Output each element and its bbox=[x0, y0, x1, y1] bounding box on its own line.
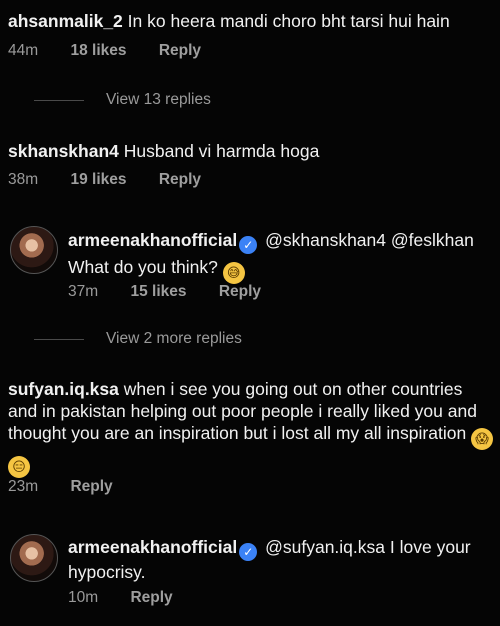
comment-body: Husband vi harmda hoga bbox=[123, 141, 320, 161]
comment-time: 38m bbox=[8, 171, 39, 188]
reply-button[interactable]: Reply bbox=[159, 42, 201, 59]
reply-text: armeenakhanofficial ✓ @sufyan.iq.ksa I lo… bbox=[68, 536, 500, 583]
reply-button[interactable]: Reply bbox=[219, 283, 261, 300]
view-replies-label: View 13 replies bbox=[106, 91, 211, 108]
divider-line bbox=[34, 99, 84, 101]
view-replies-label: View 2 more replies bbox=[106, 330, 242, 347]
comment-text: sufyan.iq.ksa when i see you going out o… bbox=[8, 378, 496, 478]
expressionless-face-emoji-icon: 😑 bbox=[8, 456, 30, 478]
reply-item: armeenakhanofficial ✓ @skhanskhan4 @feslk… bbox=[68, 229, 500, 284]
reply-meta: 10m Reply bbox=[68, 589, 201, 607]
comment-meta: 38m 19 likes Reply bbox=[8, 171, 229, 189]
reply-time: 37m bbox=[68, 283, 99, 300]
comment-item: skhanskhan4 Husband vi harmda hoga bbox=[8, 140, 500, 162]
screaming-face-emoji-icon: 😱 bbox=[471, 428, 494, 450]
comment-meta: 23m Reply bbox=[8, 478, 141, 496]
comment-time: 44m bbox=[8, 42, 39, 59]
comment-text: skhanskhan4 Husband vi harmda hoga bbox=[8, 140, 500, 162]
comment-meta: 44m 18 likes Reply bbox=[8, 42, 229, 60]
reply-username[interactable]: armeenakhanofficial bbox=[68, 537, 237, 557]
comment-item: sufyan.iq.ksa when i see you going out o… bbox=[8, 378, 496, 478]
reply-body: What do you think? bbox=[68, 257, 218, 277]
reply-username[interactable]: armeenakhanofficial bbox=[68, 230, 237, 250]
reply-button[interactable]: Reply bbox=[130, 589, 172, 606]
comment-username[interactable]: sufyan.iq.ksa bbox=[8, 379, 119, 399]
verified-badge-icon: ✓ bbox=[239, 543, 258, 561]
comment-username[interactable]: skhanskhan4 bbox=[8, 141, 119, 161]
view-replies-button[interactable]: View 13 replies bbox=[34, 91, 211, 109]
reply-item: armeenakhanofficial ✓ @sufyan.iq.ksa I lo… bbox=[68, 536, 500, 583]
comment-time: 23m bbox=[8, 478, 39, 495]
reply-text: armeenakhanofficial ✓ @skhanskhan4 @feslk… bbox=[68, 229, 500, 254]
reply-time: 10m bbox=[68, 589, 99, 606]
reply-meta: 37m 15 likes Reply bbox=[68, 283, 289, 301]
comment-likes[interactable]: 19 likes bbox=[70, 171, 126, 188]
avatar[interactable] bbox=[10, 534, 58, 582]
comment-item: ahsanmalik_2 In ko heera mandi choro bht… bbox=[8, 10, 500, 32]
reply-text-line2: What do you think? 😅 bbox=[68, 256, 500, 284]
divider-line bbox=[34, 338, 84, 340]
reply-mention[interactable]: @sufyan.iq.ksa bbox=[265, 537, 385, 557]
avatar[interactable] bbox=[10, 226, 58, 274]
reply-button[interactable]: Reply bbox=[159, 171, 201, 188]
reply-button[interactable]: Reply bbox=[70, 478, 112, 495]
comment-likes[interactable]: 18 likes bbox=[70, 42, 126, 59]
comment-body: In ko heera mandi choro bht tarsi hui ha… bbox=[127, 11, 450, 31]
comment-username[interactable]: ahsanmalik_2 bbox=[8, 11, 123, 31]
sweat-smile-emoji-icon: 😅 bbox=[222, 262, 245, 284]
verified-badge-icon: ✓ bbox=[239, 236, 258, 254]
comment-text: ahsanmalik_2 In ko heera mandi choro bht… bbox=[8, 10, 500, 32]
reply-mention[interactable]: @skhanskhan4 @feslkhan bbox=[265, 230, 474, 250]
view-replies-button[interactable]: View 2 more replies bbox=[34, 330, 242, 348]
reply-likes[interactable]: 15 likes bbox=[130, 283, 186, 300]
